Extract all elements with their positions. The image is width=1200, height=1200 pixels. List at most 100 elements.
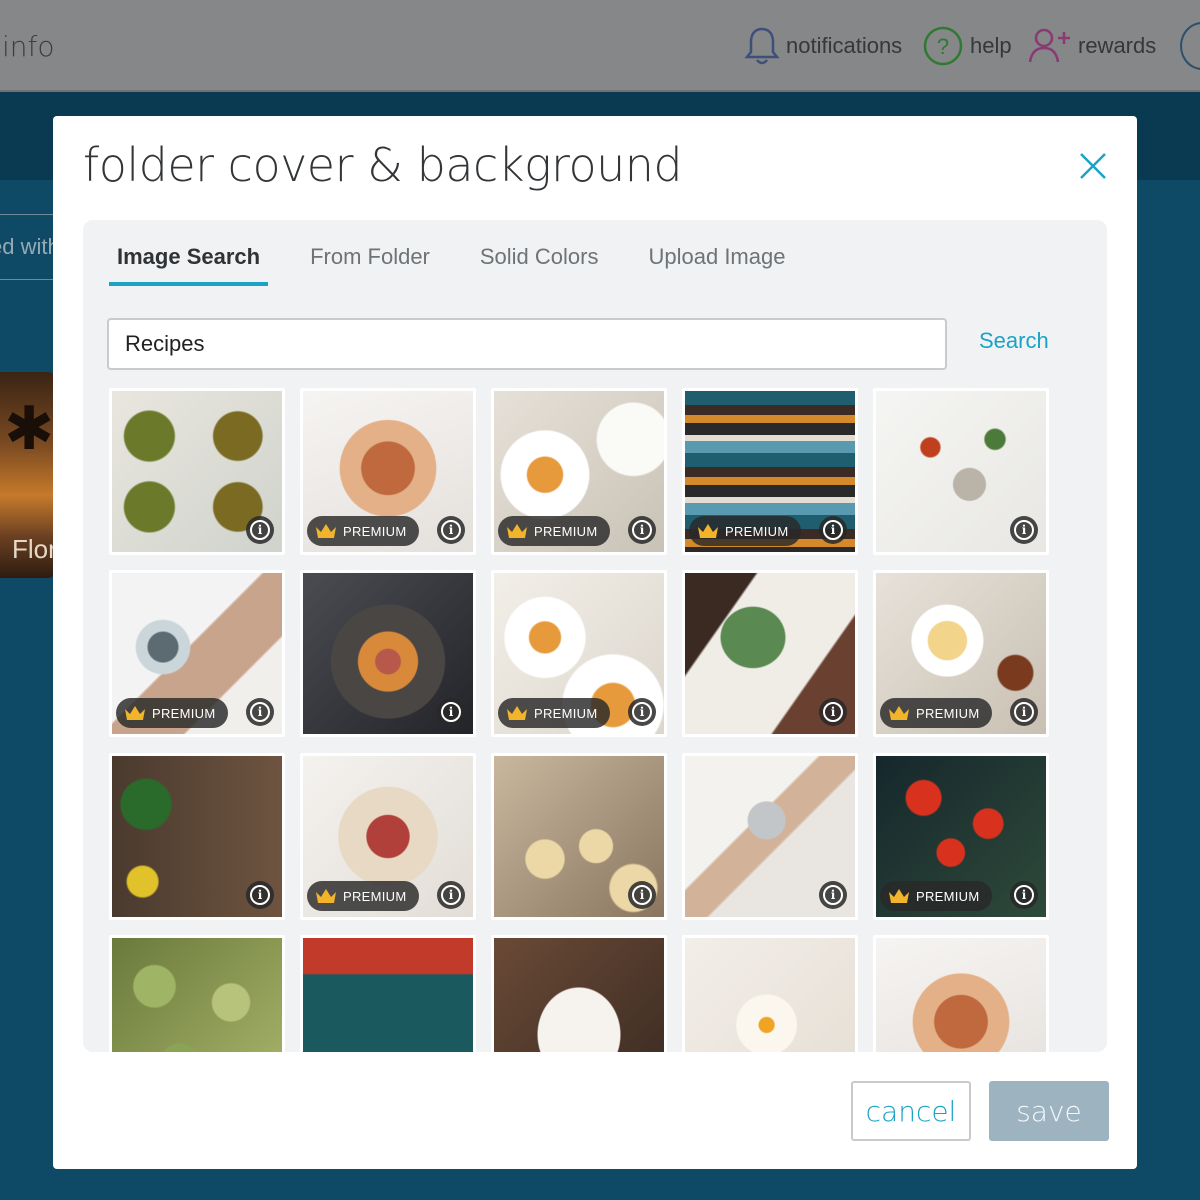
image-result-tile[interactable]: i — [491, 935, 667, 1052]
image-result-tile[interactable]: i — [491, 753, 667, 920]
image-thumbnail — [112, 938, 282, 1052]
image-picker-panel: Image Search From Folder Solid Colors Up… — [83, 220, 1107, 1052]
notifications-link[interactable]: notifications — [744, 24, 902, 68]
premium-label: PREMIUM — [343, 888, 407, 904]
background-folder-card: ✱ Flor — [0, 372, 56, 578]
crown-icon — [316, 889, 336, 903]
modal-title: folder cover & background — [83, 138, 683, 192]
tab-upload-image[interactable]: Upload Image — [640, 240, 793, 286]
image-info-button[interactable]: i — [819, 881, 847, 909]
palm-tree-icon: ✱ — [4, 395, 55, 462]
image-info-button[interactable]: i — [819, 516, 847, 544]
info-icon: i — [441, 702, 461, 722]
info-icon: i — [1014, 520, 1034, 540]
tab-from-folder[interactable]: From Folder — [302, 240, 438, 286]
crown-icon — [889, 706, 909, 720]
image-info-button[interactable]: i — [246, 881, 274, 909]
cancel-button[interactable]: cancel — [851, 1081, 971, 1141]
app-header: info notifications ? help rewards — [0, 0, 1200, 92]
image-info-button[interactable]: i — [628, 516, 656, 544]
image-result-tile[interactable]: i — [109, 753, 285, 920]
image-info-button[interactable]: i — [437, 881, 465, 909]
add-user-icon — [1028, 26, 1072, 66]
image-info-button[interactable]: i — [1010, 881, 1038, 909]
bell-icon — [744, 25, 780, 67]
image-result-tile[interactable]: i — [873, 388, 1049, 555]
image-info-button[interactable]: i — [628, 698, 656, 726]
image-info-button[interactable]: i — [246, 698, 274, 726]
image-thumbnail — [876, 938, 1046, 1052]
tab-solid-colors[interactable]: Solid Colors — [472, 240, 607, 286]
info-icon: i — [632, 885, 652, 905]
image-result-tile[interactable]: PREMIUM i — [873, 570, 1049, 737]
info-icon: i — [632, 520, 652, 540]
image-result-tile[interactable]: PREMIUM i — [491, 570, 667, 737]
image-result-tile[interactable]: i — [109, 388, 285, 555]
premium-label: PREMIUM — [343, 523, 407, 539]
help-icon: ? — [922, 25, 964, 67]
image-result-tile[interactable]: i — [109, 935, 285, 1052]
premium-badge: PREMIUM — [498, 698, 610, 728]
image-result-tile[interactable]: PREMIUM i — [300, 388, 476, 555]
image-result-tile[interactable]: PREMIUM i — [300, 753, 476, 920]
premium-badge: PREMIUM — [498, 516, 610, 546]
image-result-tile[interactable]: i — [300, 935, 476, 1052]
crown-icon — [698, 524, 718, 538]
search-button[interactable]: Search — [979, 328, 1049, 354]
premium-badge: PREMIUM — [116, 698, 228, 728]
image-result-tile[interactable]: i — [300, 570, 476, 737]
image-info-button[interactable]: i — [246, 516, 274, 544]
image-info-button[interactable]: i — [437, 516, 465, 544]
image-info-button[interactable]: i — [1010, 698, 1038, 726]
help-label: help — [970, 33, 1012, 58]
premium-label: PREMIUM — [534, 523, 598, 539]
image-result-tile[interactable]: i — [682, 753, 858, 920]
premium-label: PREMIUM — [725, 523, 789, 539]
background-side-tab: ed with — [0, 214, 56, 280]
save-button[interactable]: save — [989, 1081, 1109, 1141]
crown-icon — [316, 524, 336, 538]
image-result-tile[interactable]: i — [873, 935, 1049, 1052]
image-info-button[interactable]: i — [819, 698, 847, 726]
image-result-tile[interactable]: PREMIUM i — [873, 753, 1049, 920]
image-result-tile[interactable]: PREMIUM i — [109, 570, 285, 737]
premium-badge: PREMIUM — [689, 516, 801, 546]
crown-icon — [889, 889, 909, 903]
crown-icon — [125, 706, 145, 720]
image-thumbnail — [494, 938, 664, 1052]
search-input[interactable] — [107, 318, 947, 370]
info-icon: i — [823, 702, 843, 722]
folder-card-label: Flor — [12, 534, 56, 564]
svg-text:?: ? — [937, 34, 949, 59]
rewards-label: rewards — [1078, 33, 1157, 58]
info-icon: i — [250, 520, 270, 540]
image-result-tile[interactable]: i — [682, 570, 858, 737]
source-tabs: Image Search From Folder Solid Colors Up… — [109, 240, 793, 286]
info-icon: i — [250, 885, 270, 905]
premium-label: PREMIUM — [152, 705, 216, 721]
info-icon: i — [632, 702, 652, 722]
image-thumbnail — [303, 938, 473, 1052]
premium-badge: PREMIUM — [880, 698, 992, 728]
premium-label: PREMIUM — [916, 705, 980, 721]
info-icon: i — [823, 520, 843, 540]
image-result-tile[interactable]: PREMIUM i — [491, 388, 667, 555]
image-info-button[interactable]: i — [1010, 516, 1038, 544]
image-info-button[interactable]: i — [437, 698, 465, 726]
info-icon: i — [441, 885, 461, 905]
account-avatar[interactable] — [1180, 22, 1200, 70]
close-icon — [1080, 153, 1106, 179]
help-link[interactable]: ? help — [922, 24, 1012, 68]
rewards-link[interactable]: rewards — [1028, 24, 1156, 68]
image-info-button[interactable]: i — [628, 881, 656, 909]
crown-icon — [507, 524, 527, 538]
close-button[interactable] — [1075, 148, 1111, 184]
image-result-tile[interactable]: i — [682, 935, 858, 1052]
image-result-tile[interactable]: PREMIUM i — [682, 388, 858, 555]
side-tab-text: ed with — [0, 234, 56, 259]
premium-badge: PREMIUM — [307, 881, 419, 911]
tab-image-search[interactable]: Image Search — [109, 240, 269, 286]
image-thumbnail — [685, 938, 855, 1052]
info-icon: i — [1014, 702, 1034, 722]
info-icon: i — [250, 702, 270, 722]
